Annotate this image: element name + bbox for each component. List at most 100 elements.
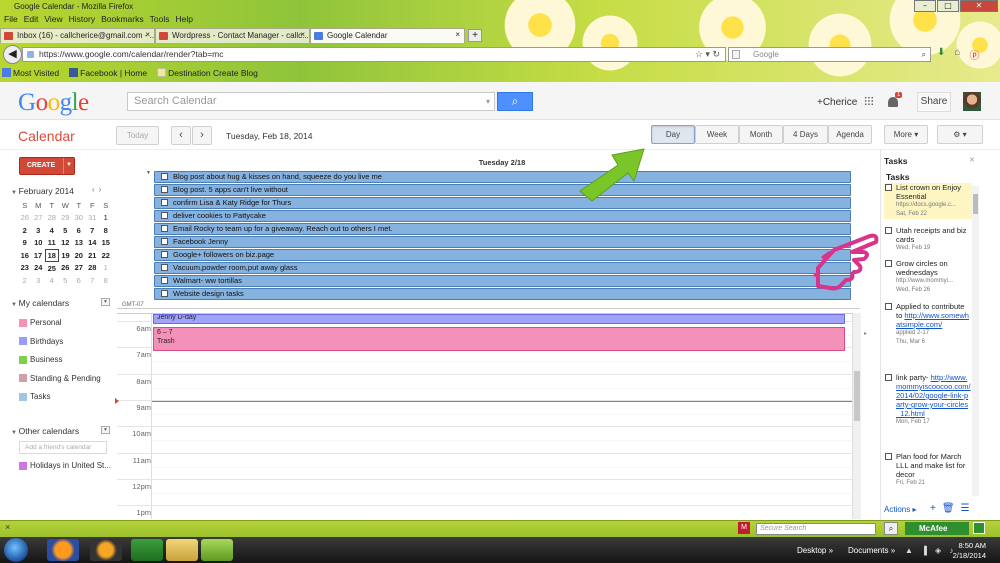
calendar-color-swatch[interactable] [19,318,27,327]
view-agenda-button[interactable]: Agenda [828,125,872,144]
task-checkbox[interactable] [885,184,892,191]
next-day-button[interactable]: › [192,126,212,145]
menu-bookmarks[interactable]: Bookmarks [101,14,144,26]
mini-day[interactable]: 28 [45,212,59,225]
mini-day[interactable]: 9 [18,237,32,250]
bookmark-facebook[interactable]: Facebook | Home [69,68,147,78]
view-4days-button[interactable]: 4 Days [783,125,828,144]
close-addon-bar-icon[interactable]: × [5,522,10,532]
expand-tasks-icon[interactable]: ▸ [864,330,867,337]
browser-search-field[interactable]: Google ⌕ [728,47,931,62]
pinterest-icon[interactable]: ⓟ [969,47,979,62]
mini-day[interactable]: 15 [99,237,113,250]
hour-row[interactable]: 8am [117,373,853,400]
other-calendars-header[interactable]: ▼ Other calendars [11,426,79,436]
menu-edit[interactable]: Edit [24,14,39,26]
desktop-toolbar[interactable]: Desktop » [797,546,833,555]
mini-day[interactable]: 22 [99,249,113,262]
task-checkbox[interactable] [161,212,168,219]
menu-tools[interactable]: Tools [150,14,170,26]
task-checkbox[interactable] [161,264,168,271]
all-day-task[interactable]: Blog post. 5 apps can't live without [154,184,851,196]
more-button[interactable]: More ▾ [884,125,928,144]
mini-day[interactable]: 16 [18,249,32,262]
delete-task-icon[interactable]: 🗑 [942,503,961,514]
hour-row[interactable]: 11am [117,452,853,479]
mini-day[interactable]: 6 [72,224,86,237]
task-checkbox[interactable] [161,186,168,193]
calendar-color-swatch[interactable] [19,337,27,345]
mcafee-site-advisor[interactable]: McAfee [905,522,969,535]
new-tab-button[interactable]: + [468,29,482,42]
mini-day[interactable]: 29 [59,212,73,225]
task-item[interactable]: Applied to contribute to http://www.some… [884,302,972,347]
mini-day[interactable]: 28 [86,262,100,275]
avatar[interactable] [963,92,981,111]
secure-search-icon[interactable]: ⌕ [884,522,898,535]
hour-row[interactable]: 7am [117,347,853,373]
bookmark-star-icon[interactable]: ☆ ▾ ↻ [695,48,720,61]
tasks-list-name[interactable]: Tasks [886,172,909,182]
mini-day[interactable]: 5 [59,274,73,287]
mini-day[interactable]: 4 [45,224,59,237]
all-day-task[interactable]: Website design tasks [154,288,851,300]
mini-day[interactable]: 8 [99,274,113,287]
all-day-task[interactable]: deliver cookies to Pattycake [154,210,851,222]
tab-wordpress[interactable]: Wordpress - Contact Manager - callc... × [155,28,310,43]
taskbar-clock[interactable]: 8:50 AM 2/18/2014 [948,541,986,561]
hour-row[interactable]: 1pm [117,505,853,519]
tab-google-calendar[interactable]: Google Calendar × [310,28,465,43]
calendar-item[interactable]: Tasks [19,392,50,401]
day-header[interactable]: Tuesday 2/18 [152,158,852,167]
mini-day[interactable]: 27 [32,212,46,225]
today-button[interactable]: Today [116,126,159,145]
mini-day[interactable]: 7 [86,224,100,237]
apps-grid-icon[interactable] [864,96,874,106]
hour-row[interactable]: 12pm [117,478,853,505]
download-icon[interactable]: ⬇ [937,47,945,62]
view-week-button[interactable]: Week [695,125,739,144]
site-identity-icon[interactable] [27,51,34,58]
mini-day[interactable]: 6 [72,274,86,287]
event-jenny-d-day[interactable]: Jenny D-day [153,314,845,324]
my-calendars-header[interactable]: ▼ My calendars [11,298,69,308]
all-day-task[interactable]: Walmart- ww tortillas [154,275,851,287]
notifications-bell-icon[interactable]: 1 [888,92,903,108]
task-checkbox[interactable] [161,290,168,297]
task-checkbox[interactable] [161,173,168,180]
mini-day[interactable]: 3 [32,224,46,237]
task-checkbox[interactable] [161,199,168,206]
close-window-button[interactable]: ✕ [960,0,998,12]
menu-help[interactable]: Help [175,14,192,26]
view-month-button[interactable]: Month [739,125,783,144]
task-item[interactable]: List crown on Enjoy Essential https://doc… [884,183,972,219]
all-day-task[interactable]: Google+ followers on biz.page [154,249,851,261]
task-title[interactable]: Plan food for March LLL and make list fo… [896,452,965,479]
collapse-allday-icon[interactable]: ▼ [146,170,151,176]
back-button[interactable]: ◀ [3,45,22,64]
mini-day[interactable]: 31 [86,212,100,225]
search-calendar-input[interactable]: Search Calendar ▾ [127,92,495,111]
hour-row[interactable]: 9am [117,399,853,426]
mini-day[interactable]: 10 [32,237,46,250]
mini-day[interactable]: 11 [45,237,59,250]
menu-history[interactable]: History [69,14,95,26]
tasks-scrollbar[interactable] [972,186,979,496]
mini-day[interactable]: 13 [72,237,86,250]
search-button[interactable]: ⌕ [497,92,533,111]
close-tab-icon[interactable]: × [145,30,150,39]
mini-day[interactable]: 12 [59,237,73,250]
task-checkbox[interactable] [161,225,168,232]
calendar-color-swatch[interactable] [19,355,27,364]
task-item[interactable]: Utah receipts and biz cards Wed, Feb 19 [884,226,972,253]
prev-day-button[interactable]: ‹ [171,126,191,145]
url-bar[interactable]: https://www.google.com/calendar/render?t… [22,47,726,62]
task-checkbox[interactable] [885,260,892,267]
calendar-color-swatch[interactable] [19,374,27,382]
google-logo[interactable]: Google [18,89,89,117]
mini-day[interactable]: 8 [99,224,113,237]
calendar-item[interactable]: Holidays in United St... [19,461,111,470]
task-checkbox[interactable] [885,227,892,234]
search-options-icon[interactable]: ▾ [486,93,490,110]
menu-file[interactable]: File [4,14,18,26]
